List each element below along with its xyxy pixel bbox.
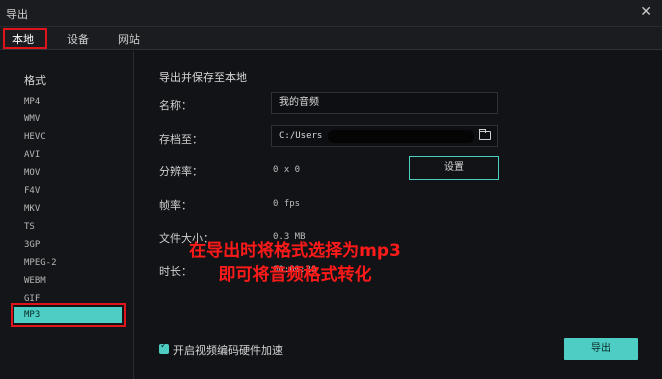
- format-item-mkv[interactable]: MKV: [24, 201, 122, 217]
- format-sidebar: 格式 MP4 WMV HEVC AVI MOV F4V MKV TS 3GP M…: [0, 51, 134, 379]
- format-item-mp4[interactable]: MP4: [24, 94, 122, 110]
- window-title: 导出: [6, 8, 28, 21]
- tab-website[interactable]: 网站: [118, 31, 140, 47]
- format-item-ts[interactable]: TS: [24, 219, 122, 235]
- export-button[interactable]: 导出: [564, 338, 638, 360]
- tab-device[interactable]: 设备: [67, 31, 89, 47]
- format-item-hevc[interactable]: HEVC: [24, 129, 122, 145]
- save-path-input[interactable]: C:/Users: [271, 125, 498, 147]
- format-item-mpeg2[interactable]: MPEG-2: [24, 255, 122, 271]
- settings-button[interactable]: 设置: [409, 156, 499, 180]
- tab-bar: 本地 设备 网站: [0, 27, 662, 50]
- section-title: 导出并保存至本地: [159, 71, 247, 84]
- save-path-text: C:/Users: [279, 131, 323, 141]
- close-icon[interactable]: ✕: [640, 4, 652, 20]
- title-bar: 导出 ✕: [0, 0, 662, 27]
- format-item-webm[interactable]: WEBM: [24, 273, 122, 289]
- redacted-path: [328, 130, 474, 143]
- folder-icon[interactable]: [479, 129, 491, 140]
- save-to-label: 存档至：: [159, 133, 203, 146]
- mp3-highlight-box: [11, 303, 126, 327]
- framerate-value: 0 fps: [273, 199, 301, 209]
- format-item-avi[interactable]: AVI: [24, 147, 122, 163]
- annotation-line-2: 即可将音频格式转化: [218, 265, 372, 285]
- resolution-label: 分辨率：: [159, 165, 203, 178]
- name-input[interactable]: 我的音频: [271, 92, 498, 114]
- name-label: 名称：: [159, 99, 192, 112]
- format-item-mov[interactable]: MOV: [24, 165, 122, 181]
- resolution-value: 0 x 0: [273, 165, 301, 175]
- format-item-wmv[interactable]: WMV: [24, 111, 122, 127]
- hw-accel-checkbox[interactable]: [159, 341, 169, 354]
- format-header: 格式: [24, 74, 46, 87]
- annotation-line-1: 在导出时将格式选择为mp3: [189, 241, 401, 261]
- hw-accel-label: 开启视频编码硬件加速: [173, 344, 283, 357]
- tab-highlight-box: [3, 28, 47, 49]
- framerate-label: 帧率：: [159, 199, 192, 212]
- format-item-3gp[interactable]: 3GP: [24, 237, 122, 253]
- export-settings-panel: 导出并保存至本地 名称： 我的音频 存档至： C:/Users 分辨率： 0 x…: [135, 51, 662, 379]
- format-item-f4v[interactable]: F4V: [24, 183, 122, 199]
